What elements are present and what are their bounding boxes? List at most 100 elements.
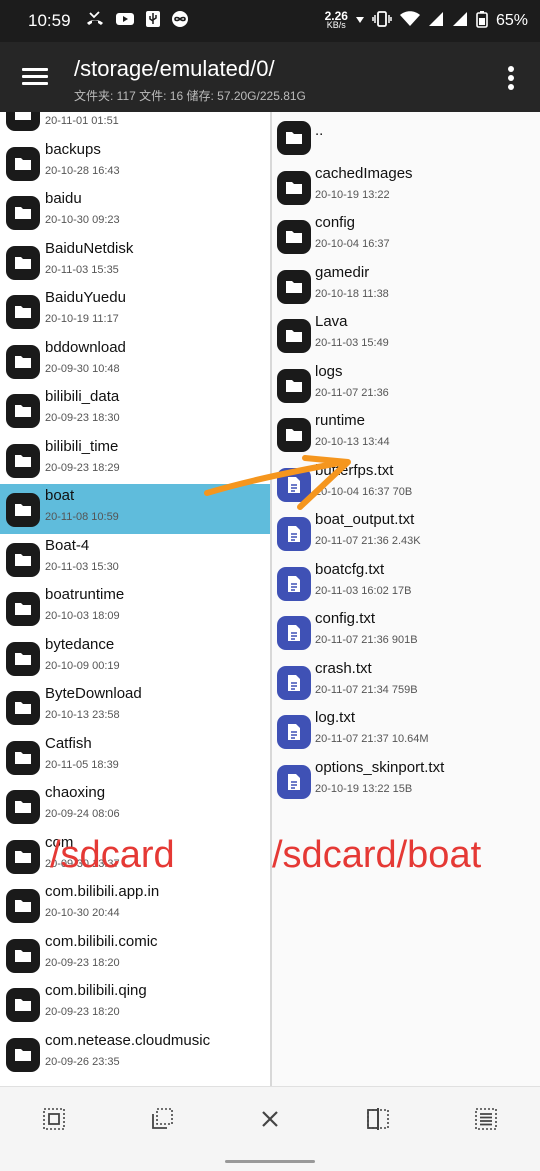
folder-icon: [6, 295, 40, 329]
folder-icon: [6, 790, 40, 824]
file-row[interactable]: butterfps.txt 20-10-04 16:37 70B: [272, 459, 540, 509]
folder-row[interactable]: Lava 20-11-03 15:49: [272, 310, 540, 360]
wifi-icon: [399, 10, 420, 32]
item-meta: 20-10-13 23:58: [45, 709, 120, 721]
folder-row[interactable]: bddownload 20-09-30 10:48: [0, 336, 270, 386]
item-meta: 20-10-04 16:37 70B: [315, 485, 413, 498]
folder-icon: [6, 641, 40, 676]
item-name: bilibili_time: [45, 437, 119, 455]
folder-row[interactable]: BaiduYuedu 20-10-19 11:17: [0, 286, 270, 336]
item-name: ..: [315, 122, 324, 139]
item-meta: 20-09-24 08:06: [45, 808, 120, 820]
folder-icon: [6, 493, 40, 527]
text-file-icon: [277, 665, 311, 700]
file-row[interactable]: crash.txt 20-11-07 21:34 759B: [272, 657, 540, 707]
folder-row[interactable]: bytedance 20-10-09 00:19: [0, 633, 270, 683]
folder-icon: [6, 740, 40, 775]
file-row[interactable]: log.txt 20-11-07 21:37 10.64M: [272, 706, 540, 756]
folder-icon: [6, 542, 40, 577]
item-name: backups: [45, 140, 101, 158]
text-file-icon: [277, 616, 311, 650]
folder-icon: [277, 170, 311, 205]
folder-row[interactable]: gamedir 20-10-18 11:38: [272, 261, 540, 311]
left-file-pane[interactable]: 20-11-01 01:51 backups 20-10-28 16:43 baidu…: [0, 112, 270, 1086]
folder-row[interactable]: chaoxing 20-09-24 08:06: [0, 781, 270, 831]
item-meta: 20-10-19 13:22: [315, 188, 390, 201]
folder-icon: [6, 112, 40, 131]
item-name: runtime: [315, 412, 366, 429]
item-meta: 20-09-23 18:20: [45, 1006, 120, 1018]
item-name: boatcfg.txt: [315, 560, 385, 578]
folder-row[interactable]: com.netease.cloudmusic 20-09-26 23:35: [0, 1029, 270, 1079]
menu-icon[interactable]: [22, 68, 48, 86]
folder-row[interactable]: runtime 20-10-13 13:44: [272, 409, 540, 459]
folder-row[interactable]: logs 20-11-07 21:36: [272, 360, 540, 410]
folder-row[interactable]: ..: [272, 112, 540, 162]
home-indicator[interactable]: [225, 1160, 315, 1163]
folder-row[interactable]: bilibili_data 20-09-23 18:30: [0, 385, 270, 435]
folder-row[interactable]: BaiduNetdisk 20-11-03 15:35: [0, 237, 270, 287]
status-time: 10:59: [28, 11, 71, 30]
item-meta: 20-10-28 16:43: [45, 164, 120, 177]
folder-icon: [277, 269, 311, 304]
item-meta: 20-10-30 20:44: [45, 907, 120, 919]
item-name: options_skinport.txt: [315, 758, 445, 776]
file-row[interactable]: options_skinport.txt 20-10-19 13:22 15B: [272, 756, 540, 806]
missed-call-icon: [85, 10, 105, 32]
folder-row[interactable]: Catfish 20-11-05 18:39: [0, 732, 270, 782]
folder-row[interactable]: com.bilibili.qing 20-09-23 18:20: [0, 979, 270, 1029]
item-meta: 20-09-23 18:30: [45, 412, 120, 424]
item-name: butterfps.txt: [315, 461, 394, 479]
item-name: crash.txt: [315, 659, 372, 677]
folder-row[interactable]: boatruntime 20-10-03 18:09: [0, 583, 270, 633]
item-name: Boat-4: [45, 536, 90, 554]
folder-row[interactable]: Boat-4 20-11-03 15:30: [0, 534, 270, 584]
item-meta: 20-11-03 15:35: [45, 263, 119, 276]
folder-row[interactable]: cachedImages 20-10-19 13:22: [272, 162, 540, 212]
network-speed: 2.26 KB/s: [325, 10, 348, 30]
folder-row[interactable]: ByteDownload 20-10-13 23:58: [0, 682, 270, 732]
folder-icon: [6, 443, 40, 478]
item-meta: 20-10-30 09:23: [45, 214, 120, 226]
folder-icon: [6, 394, 40, 428]
folder-icon: [277, 220, 311, 254]
item-meta: 20-10-19 11:17: [45, 313, 119, 325]
item-name: Lava: [315, 313, 348, 330]
close-icon[interactable]: [258, 1107, 282, 1131]
select-all-icon[interactable]: [42, 1107, 66, 1131]
folder-row[interactable]: bilibili_time 20-09-23 18:29: [0, 435, 270, 485]
text-file-icon: [277, 517, 311, 551]
item-meta: 20-10-18 11:38: [315, 287, 389, 300]
item-name: log.txt: [315, 709, 356, 726]
item-name: com.bilibili.app.in: [45, 883, 160, 900]
file-row[interactable]: config.txt 20-11-07 21:36 901B: [272, 607, 540, 657]
list-select-icon[interactable]: [474, 1107, 498, 1131]
folder-row[interactable]: baidu 20-10-30 09:23: [0, 187, 270, 237]
item-meta: 20-09-26 23:35: [45, 1055, 120, 1068]
annotation-sdcard: /sdcard: [50, 834, 175, 876]
item-name: config: [315, 214, 356, 231]
vibrate-icon: [372, 10, 392, 32]
left-file-list: 20-11-01 01:51 backups 20-10-28 16:43 baidu…: [0, 112, 270, 1078]
folder-row[interactable]: com.bilibili.app.in 20-10-30 20:44: [0, 880, 270, 930]
copy-select-icon[interactable]: [150, 1107, 174, 1131]
item-name: com.bilibili.comic: [45, 932, 158, 950]
text-file-icon: [277, 715, 311, 749]
split-view-icon[interactable]: [366, 1107, 390, 1131]
folder-row[interactable]: com.bilibili.comic 20-09-23 18:20: [0, 930, 270, 980]
folder-icon: [6, 839, 40, 874]
annotation-sdcard-boat: /sdcard/boat: [272, 834, 482, 876]
folder-row[interactable]: 20-11-01 01:51: [0, 112, 270, 138]
folder-row[interactable]: config 20-10-04 16:37: [272, 211, 540, 261]
folder-row[interactable]: backups 20-10-28 16:43: [0, 138, 270, 188]
item-name: boatruntime: [45, 586, 125, 603]
folder-row[interactable]: boat 20-11-08 10:59: [0, 484, 270, 534]
item-meta: 20-11-07 21:36 901B: [315, 634, 418, 646]
item-name: Catfish: [45, 734, 92, 752]
item-meta: 20-11-05 18:39: [45, 758, 119, 771]
right-file-pane[interactable]: .. cachedImages 20-10-19 13:22 config 20-10-…: [272, 112, 540, 1086]
file-row[interactable]: boat_output.txt 20-11-07 21:36 2.43K: [272, 508, 540, 558]
more-options-icon[interactable]: [508, 66, 514, 90]
file-row[interactable]: boatcfg.txt 20-11-03 16:02 17B: [272, 558, 540, 608]
folder-icon: [277, 319, 311, 353]
